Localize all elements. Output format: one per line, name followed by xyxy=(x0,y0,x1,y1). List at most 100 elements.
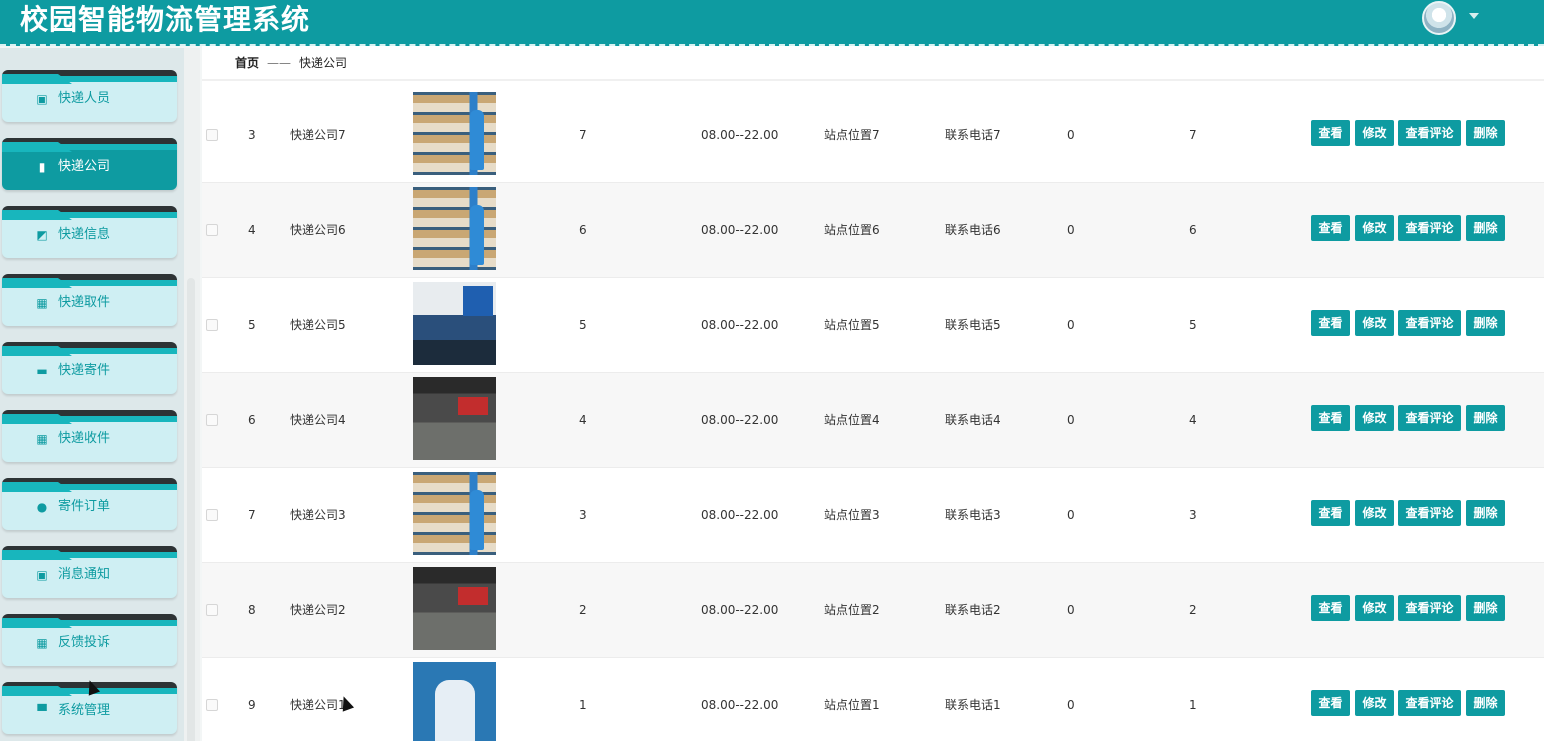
delete-button[interactable]: 删除 xyxy=(1466,405,1505,431)
edit-button[interactable]: 修改 xyxy=(1355,120,1394,146)
contact-phone: 联系电话6 xyxy=(945,223,1001,237)
table-row: 3 快递公司7 7 08.00--22.00 站点位置7 联系电话7 0 7 查看 修改 查看评论删… xyxy=(202,88,1544,183)
business-hours: 08.00--22.00 xyxy=(701,413,779,427)
view-reviews-button[interactable]: 查看评论 xyxy=(1398,120,1461,146)
row-checkbox[interactable] xyxy=(206,509,218,521)
site-location: 站点位置3 xyxy=(824,508,880,522)
business-hours: 08.00--22.00 xyxy=(701,318,779,332)
sidebar-scrollbar[interactable] xyxy=(184,48,200,741)
sidebar-item-3[interactable]: ▦ 快递取件 xyxy=(2,274,177,326)
contact-phone: 联系电话4 xyxy=(945,413,1001,427)
line-chart-icon: ◩ xyxy=(36,228,48,242)
contact-phone: 联系电话1 xyxy=(945,698,1001,712)
edit-button[interactable]: 修改 xyxy=(1355,500,1394,526)
company-value: 6 xyxy=(579,223,587,237)
grid-icon: ▦ xyxy=(36,432,48,446)
row-checkbox[interactable] xyxy=(206,604,218,616)
row-checkbox[interactable] xyxy=(206,414,218,426)
sidebar: ▣ 快递人员 ▮ 快递公司 ◩ 快递信息 ▦ 快递取件 ▬ 快递寄件 ▦ 快递收件 ● 寄件订单 ▣ 消息通知… xyxy=(0,48,184,741)
sidebar-item-0[interactable]: ▣ 快递人员 xyxy=(2,70,177,122)
view-button[interactable]: 查看 xyxy=(1311,690,1350,716)
delete-button[interactable]: 删除 xyxy=(1466,500,1505,526)
company-value: 5 xyxy=(579,318,587,332)
delete-button[interactable]: 删除 xyxy=(1466,690,1505,716)
view-reviews-button[interactable]: 查看评论 xyxy=(1398,690,1461,716)
count-a: 0 xyxy=(1067,318,1075,332)
company-value: 1 xyxy=(579,698,587,712)
view-button[interactable]: 查看 xyxy=(1311,310,1350,336)
company-photo xyxy=(413,472,496,555)
edit-button[interactable]: 修改 xyxy=(1355,405,1394,431)
breadcrumb: 首页 —— 快递公司 xyxy=(235,55,347,71)
company-name: 快递公司2 xyxy=(290,603,346,617)
view-button[interactable]: 查看 xyxy=(1311,500,1350,526)
business-hours: 08.00--22.00 xyxy=(701,698,779,712)
company-photo xyxy=(413,662,496,741)
delete-button[interactable]: 删除 xyxy=(1466,215,1505,241)
sidebar-item-label: 快递人员 xyxy=(58,91,111,106)
business-hours: 08.00--22.00 xyxy=(701,223,779,237)
sidebar-item-label: 系统管理 xyxy=(58,703,111,718)
site-location: 站点位置2 xyxy=(824,603,880,617)
company-name: 快递公司5 xyxy=(290,318,346,332)
sidebar-item-label: 寄件订单 xyxy=(58,499,111,514)
row-checkbox[interactable] xyxy=(206,699,218,711)
chevron-down-icon[interactable] xyxy=(1469,13,1479,19)
id-card-icon: ▣ xyxy=(36,92,48,106)
printer-icon: ▀ xyxy=(37,704,47,718)
delete-button[interactable]: 删除 xyxy=(1466,310,1505,336)
view-button[interactable]: 查看 xyxy=(1311,215,1350,241)
sidebar-item-label: 消息通知 xyxy=(58,567,111,582)
sidebar-item-4[interactable]: ▬ 快递寄件 xyxy=(2,342,177,394)
view-reviews-button[interactable]: 查看评论 xyxy=(1398,405,1461,431)
delete-button[interactable]: 删除 xyxy=(1466,120,1505,146)
count-b: 4 xyxy=(1189,413,1197,427)
sidebar-item-2[interactable]: ◩ 快递信息 xyxy=(2,206,177,258)
row-index: 5 xyxy=(248,318,256,332)
company-photo xyxy=(413,187,496,270)
company-name: 快递公司6 xyxy=(290,223,346,237)
sidebar-item-8[interactable]: ▦ 反馈投诉 xyxy=(2,614,177,666)
company-value: 2 xyxy=(579,603,587,617)
ticket-icon: ▬ xyxy=(36,364,48,378)
row-index: 8 xyxy=(248,603,256,617)
top-header: 校园智能物流管理系统 xyxy=(0,0,1544,46)
edit-button[interactable]: 修改 xyxy=(1355,215,1394,241)
delete-button[interactable]: 删除 xyxy=(1466,595,1505,621)
row-checkbox[interactable] xyxy=(206,224,218,236)
sidebar-item-label: 快递寄件 xyxy=(58,363,111,378)
row-checkbox[interactable] xyxy=(206,129,218,141)
edit-button[interactable]: 修改 xyxy=(1355,690,1394,716)
breadcrumb-current: 快递公司 xyxy=(299,56,348,70)
view-button[interactable]: 查看 xyxy=(1311,405,1350,431)
company-name: 快递公司4 xyxy=(290,413,346,427)
view-reviews-button[interactable]: 查看评论 xyxy=(1398,310,1461,336)
table-row: 9 快递公司1 1 08.00--22.00 站点位置1 联系电话1 0 1 查看 修改 查看评论删… xyxy=(202,658,1544,741)
contact-phone: 联系电话5 xyxy=(945,318,1001,332)
count-b: 2 xyxy=(1189,603,1197,617)
row-index: 3 xyxy=(248,128,256,142)
edit-button[interactable]: 修改 xyxy=(1355,595,1394,621)
count-b: 6 xyxy=(1189,223,1197,237)
main-content: 首页 —— 快递公司 3 快递公司7 7 08.00--22.00 站点位置7 联系电话7 0 7… xyxy=(202,46,1544,741)
company-value: 7 xyxy=(579,128,587,142)
sidebar-item-5[interactable]: ▦ 快递收件 xyxy=(2,410,177,462)
user-avatar-icon[interactable] xyxy=(1422,1,1456,35)
count-b: 1 xyxy=(1189,698,1197,712)
business-hours: 08.00--22.00 xyxy=(701,603,779,617)
view-reviews-button[interactable]: 查看评论 xyxy=(1398,595,1461,621)
view-reviews-button[interactable]: 查看评论 xyxy=(1398,500,1461,526)
sidebar-item-6[interactable]: ● 寄件订单 xyxy=(2,478,177,530)
contact-phone: 联系电话3 xyxy=(945,508,1001,522)
view-button[interactable]: 查看 xyxy=(1311,595,1350,621)
sidebar-item-1[interactable]: ▮ 快递公司 xyxy=(2,138,177,190)
breadcrumb-home[interactable]: 首页 xyxy=(235,56,259,70)
scrollbar-thumb[interactable] xyxy=(187,278,195,741)
view-button[interactable]: 查看 xyxy=(1311,120,1350,146)
edit-button[interactable]: 修改 xyxy=(1355,310,1394,336)
view-reviews-button[interactable]: 查看评论 xyxy=(1398,215,1461,241)
row-checkbox[interactable] xyxy=(206,319,218,331)
sidebar-item-7[interactable]: ▣ 消息通知 xyxy=(2,546,177,598)
table-row: 4 快递公司6 6 08.00--22.00 站点位置6 联系电话6 0 6 查看 修改 查看评论删… xyxy=(202,183,1544,278)
count-b: 7 xyxy=(1189,128,1197,142)
